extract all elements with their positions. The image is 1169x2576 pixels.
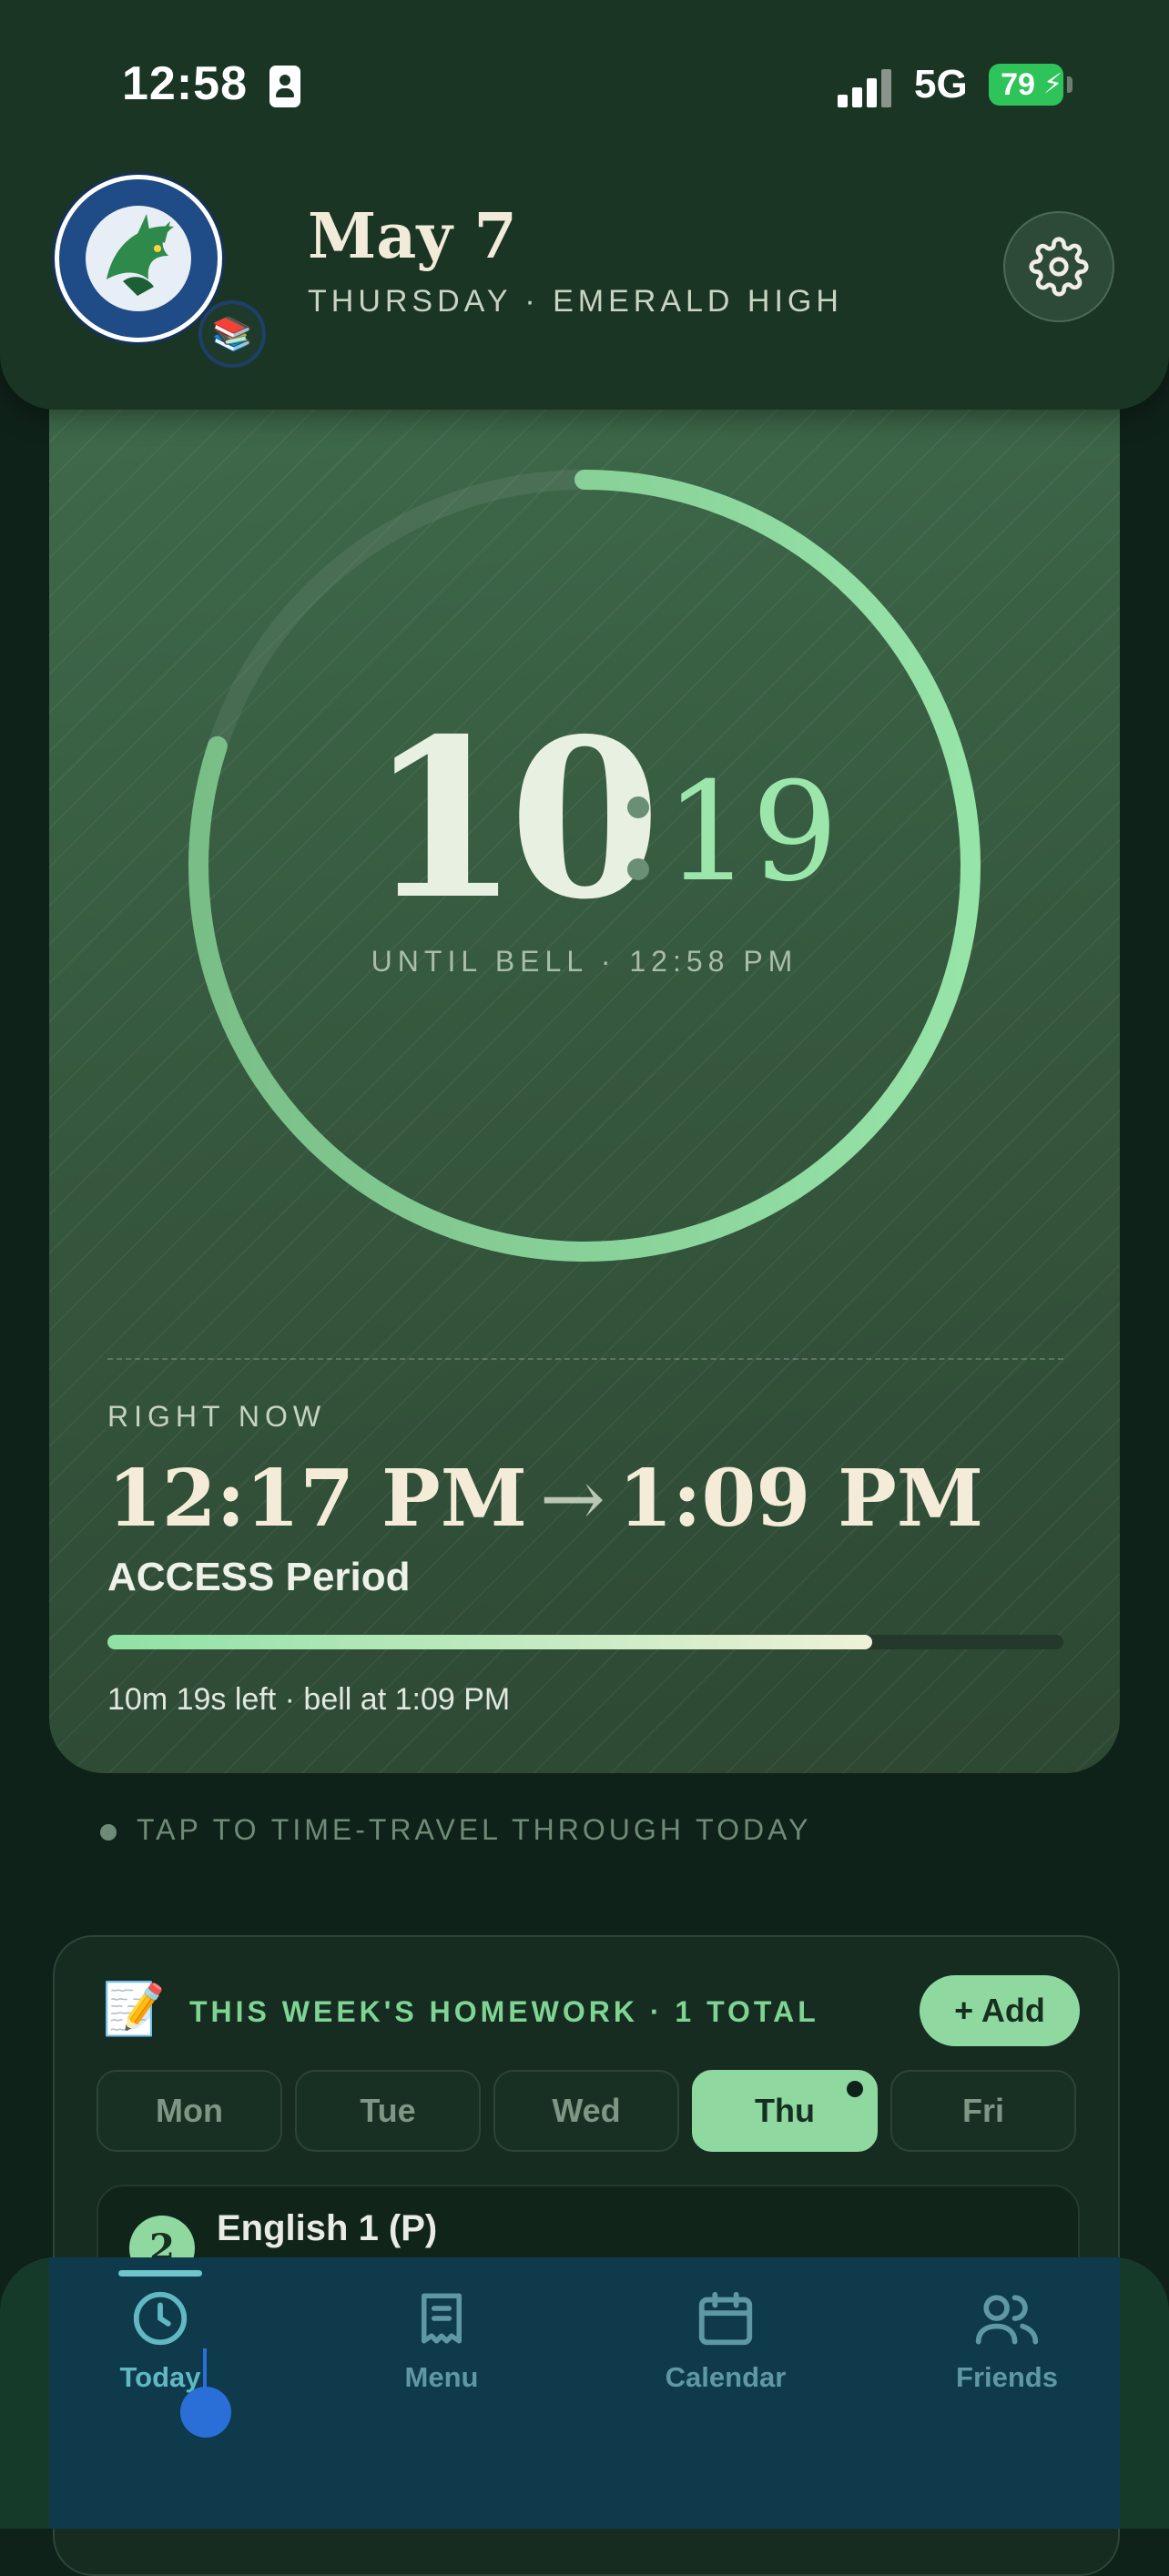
homework-title: THIS WEEK'S HOMEWORK · 1 TOTAL	[189, 1995, 819, 2028]
settings-button[interactable]	[1003, 211, 1114, 322]
day-tab-mon[interactable]: Mon	[97, 2070, 282, 2152]
nav-label-friends: Friends	[956, 2361, 1058, 2393]
divider	[107, 1358, 1063, 1360]
battery-icon: 79 ⚡	[989, 64, 1063, 106]
period-start: 12:17 PM	[107, 1453, 527, 1545]
time-travel-hint[interactable]: TAP TO TIME-TRAVEL THROUGH TODAY	[137, 1813, 811, 1847]
add-homework-button[interactable]: + Add	[920, 1975, 1080, 2046]
network-label: 5G	[914, 62, 968, 106]
clock-icon	[133, 2291, 188, 2346]
class-name: English 1 (P)	[217, 2208, 438, 2248]
signal-icon	[838, 66, 892, 107]
nav-tab-calendar[interactable]: Calendar	[635, 2287, 817, 2396]
school-logo[interactable]	[55, 175, 222, 342]
active-tab-indicator	[118, 2270, 202, 2277]
receipt-icon	[422, 2293, 462, 2344]
hint-dot-icon	[100, 1824, 117, 1841]
until-bell-label: UNTIL BELL · 12:58 PM	[371, 945, 798, 978]
status-time: 12:58	[122, 57, 248, 110]
countdown-card[interactable]: 10 19 UNTIL BELL · 12:58 PM RIGHT NOW 12…	[49, 364, 1120, 1773]
has-homework-dot	[847, 2081, 863, 2097]
gear-icon	[1029, 237, 1089, 297]
day-tab-thu-label: Thu	[755, 2092, 815, 2129]
people-icon	[975, 2295, 1039, 2345]
date-subtitle: THURSDAY · EMERALD HIGH	[308, 284, 843, 319]
calendar-icon	[698, 2291, 753, 2346]
day-tab-fri[interactable]: Fri	[890, 2070, 1076, 2152]
minutes-remaining: 10	[368, 691, 661, 948]
id-card-icon	[269, 66, 300, 107]
period-progress-bar	[107, 1635, 1063, 1649]
time-separator	[627, 796, 651, 920]
battery-level: 79	[1001, 67, 1035, 102]
arrow-right-icon: →	[539, 1454, 605, 1545]
period-name: ACCESS Period	[107, 1555, 411, 1599]
right-now-label: RIGHT NOW	[107, 1400, 327, 1433]
app-header: 12:58 5G 79 ⚡ 📚 May 7 THURSDAY · EMERALD…	[0, 0, 1169, 410]
day-selector: Mon Tue Wed Thu Fri	[97, 2070, 1080, 2152]
dragon-emblem-icon	[60, 180, 217, 337]
nav-label-calendar: Calendar	[665, 2361, 787, 2393]
period-end: 1:09 PM	[617, 1453, 984, 1545]
day-tab-thu[interactable]: Thu	[692, 2070, 878, 2152]
day-tab-tue[interactable]: Tue	[295, 2070, 481, 2152]
books-badge-icon: 📚	[198, 300, 266, 368]
memo-icon: 📝	[102, 1980, 166, 2037]
seconds-remaining: 19	[665, 754, 839, 912]
day-tab-wed[interactable]: Wed	[493, 2070, 679, 2152]
battery-cap	[1067, 76, 1072, 93]
time-left-label: 10m 19s left · bell at 1:09 PM	[107, 1682, 511, 1717]
date-title: May 7	[308, 200, 517, 273]
charging-icon: ⚡	[1043, 69, 1063, 99]
nav-label-today: Today	[119, 2361, 201, 2393]
nav-tab-friends[interactable]: Friends	[916, 2287, 1098, 2396]
nav-tab-menu[interactable]: Menu	[351, 2287, 533, 2396]
nav-tab-today[interactable]: Today	[69, 2287, 251, 2396]
nav-label-menu: Menu	[404, 2361, 479, 2393]
touch-indicator	[180, 2387, 231, 2438]
period-progress-fill	[107, 1635, 872, 1649]
period-time-range: 12:17 PM → 1:09 PM	[107, 1453, 983, 1545]
